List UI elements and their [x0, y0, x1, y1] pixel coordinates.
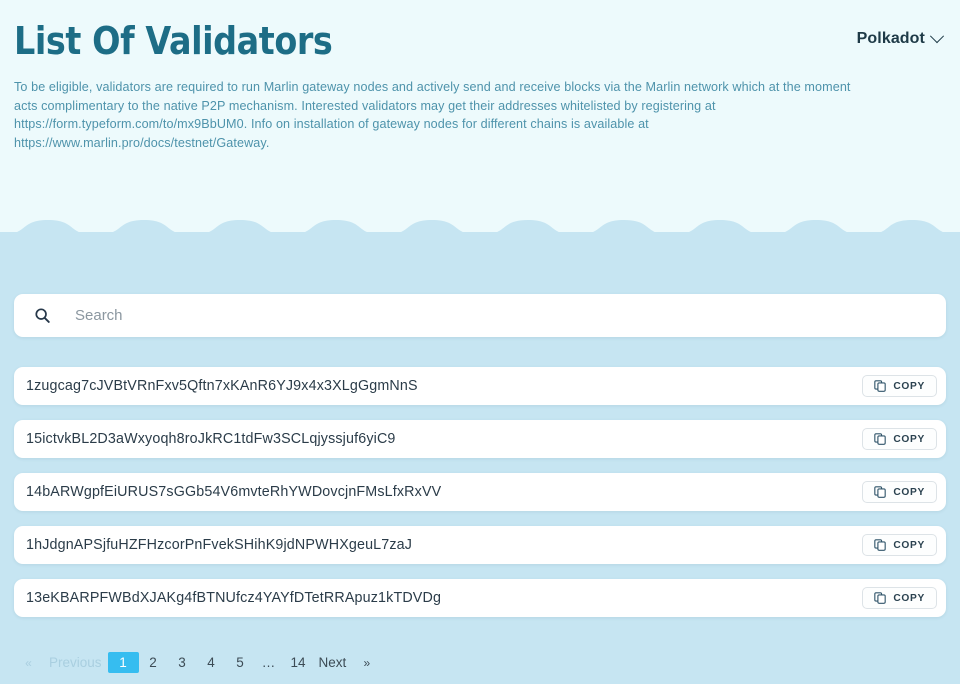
copy-button[interactable]: COPY — [862, 534, 937, 556]
copy-button-label: COPY — [893, 486, 925, 498]
validators-pane: 1zugcag7cJVBtVRnFxv5Qftn7xKAnR6YJ9x4x3XL… — [0, 249, 960, 684]
pagination-page-2[interactable]: 2 — [139, 652, 168, 673]
copy-button-label: COPY — [893, 539, 925, 551]
pagination-next[interactable]: Next — [313, 652, 353, 673]
copy-icon — [874, 433, 887, 445]
hero-header: List Of Validators Polkadot To be eligib… — [0, 0, 960, 232]
table-row: 15ictvkBL2D3aWxyoqh8roJkRC1tdFw3SCLqjyss… — [14, 420, 946, 458]
validator-address: 15ictvkBL2D3aWxyoqh8roJkRC1tdFw3SCLqjyss… — [26, 431, 396, 447]
copy-button-label: COPY — [893, 433, 925, 445]
description-line: acts complimentary to the native P2P mec… — [14, 98, 716, 113]
copy-button[interactable]: COPY — [862, 481, 937, 503]
page-title: List Of Validators — [14, 19, 333, 63]
validator-address: 13eKBARPFWBdXJAKg4fBTNUfcz4YAYfDTetRRApu… — [26, 590, 442, 606]
table-row: 1hJdgnAPSjfuHZFHzcorPnFvekSHihK9jdNPWHXg… — [14, 526, 946, 564]
table-row: 1zugcag7cJVBtVRnFxv5Qftn7xKAnR6YJ9x4x3XL… — [14, 367, 946, 405]
chevron-down-icon — [929, 29, 945, 44]
network-selector[interactable]: Polkadot — [856, 29, 945, 48]
validator-address: 1hJdgnAPSjfuHZFHzcorPnFvekSHihK9jdNPWHXg… — [26, 537, 413, 553]
pagination: « Previous 1 2 3 4 5 … 14 Next » — [14, 652, 381, 673]
validator-list: 1zugcag7cJVBtVRnFxv5Qftn7xKAnR6YJ9x4x3XL… — [14, 367, 946, 632]
copy-button[interactable]: COPY — [862, 428, 937, 450]
description-line: https://www.marlin.pro/docs/testnet/Gate… — [14, 135, 270, 150]
copy-icon — [874, 486, 887, 498]
search-input[interactable] — [75, 307, 932, 324]
copy-icon — [874, 380, 887, 392]
wave-divider — [0, 220, 960, 250]
copy-button-label: COPY — [893, 380, 925, 392]
table-row: 13eKBARPFWBdXJAKg4fBTNUfcz4YAYfDTetRRApu… — [14, 579, 946, 617]
pagination-page-1[interactable]: 1 — [107, 652, 139, 673]
description-line: To be eligible, validators are required … — [14, 80, 851, 94]
description-line: https://form.typeform.com/to/mx9BbUM0. I… — [14, 117, 649, 132]
pagination-ellipsis: … — [261, 655, 277, 670]
validator-address: 1zugcag7cJVBtVRnFxv5Qftn7xKAnR6YJ9x4x3XL… — [26, 378, 418, 394]
validator-address: 14bARWgpfEiURUS7sGGb54V6mvteRhYWDovcjnFM… — [26, 484, 442, 500]
copy-icon — [874, 592, 887, 604]
page-description: To be eligible, validators are required … — [14, 78, 946, 152]
copy-button[interactable]: COPY — [862, 375, 937, 397]
network-selector-label: Polkadot — [856, 30, 925, 47]
table-row: 14bARWgpfEiURUS7sGGb54V6mvteRhYWDovcjnFM… — [14, 473, 946, 511]
pagination-page-last[interactable]: 14 — [284, 652, 313, 673]
pagination-previous: Previous — [49, 655, 102, 670]
pagination-page-5[interactable]: 5 — [226, 652, 255, 673]
pagination-page-4[interactable]: 4 — [197, 652, 226, 673]
copy-button-label: COPY — [893, 592, 925, 604]
search-icon — [35, 308, 50, 323]
hero-top-bar: List Of Validators Polkadot — [14, 18, 946, 64]
copy-icon — [874, 539, 887, 551]
pagination-last-arrow[interactable]: » — [352, 652, 381, 673]
copy-button[interactable]: COPY — [862, 587, 937, 609]
pagination-page-3[interactable]: 3 — [168, 652, 197, 673]
search-bar[interactable] — [14, 294, 946, 337]
pagination-first-arrow: « — [25, 655, 32, 670]
